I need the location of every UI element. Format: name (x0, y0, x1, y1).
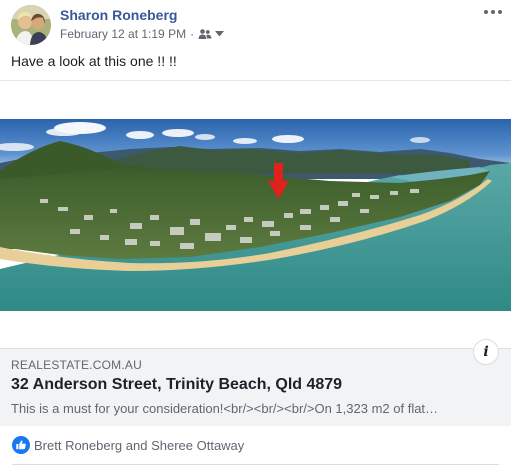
like-icon (12, 436, 30, 454)
link-attachment[interactable]: i REALESTATE.COM.AU 32 Anderson Street, … (0, 80, 511, 426)
reactors-text[interactable]: Brett Roneberg and Sheree Ottaway (34, 438, 244, 453)
post-message: Have a look at this one !! !! (11, 53, 177, 69)
author-name[interactable]: Sharon Roneberg (60, 7, 177, 23)
audience-dropdown-chevron-down-icon[interactable] (215, 31, 225, 37)
link-image-frame[interactable] (0, 80, 511, 348)
meta-separator: · (190, 27, 195, 41)
post-timestamp[interactable]: February 12 at 1:19 PM (60, 27, 186, 41)
post-meta: February 12 at 1:19 PM · (60, 27, 225, 41)
link-info-box[interactable]: i REALESTATE.COM.AU 32 Anderson Street, … (0, 339, 511, 426)
aerial-beach-photo[interactable] (0, 119, 511, 311)
reactions-bar[interactable]: Brett Roneberg and Sheree Ottaway (0, 426, 511, 464)
link-description: This is a must for your consideration!<b… (11, 401, 439, 416)
link-domain: REALESTATE.COM.AU (11, 358, 142, 372)
link-title[interactable]: 32 Anderson Street, Trinity Beach, Qld 4… (11, 376, 342, 394)
author-avatar[interactable] (11, 5, 51, 45)
divider (12, 464, 499, 465)
post-header: Sharon Roneberg February 12 at 1:19 PM · (0, 0, 511, 48)
friends-icon[interactable] (198, 28, 212, 40)
info-icon[interactable]: i (473, 339, 499, 365)
avatar-photo (11, 5, 51, 45)
facebook-post: Sharon Roneberg February 12 at 1:19 PM · (0, 0, 511, 471)
more-options-icon[interactable] (481, 5, 505, 19)
